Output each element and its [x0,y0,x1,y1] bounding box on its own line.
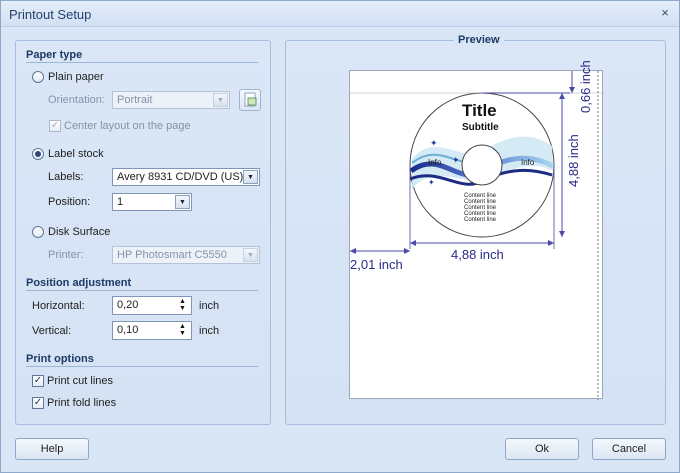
page-setup-button[interactable] [239,89,261,111]
vertical-label: Vertical: [32,325,72,337]
divider [26,290,258,291]
svg-text:✦: ✦ [428,178,435,187]
disk-surface-label: Disk Surface [48,226,111,238]
orientation-value: Portrait [117,94,153,106]
chevron-down-icon: ▼ [243,248,258,262]
window-title: Printout Setup [9,7,92,22]
disc-subtitle: Subtitle [462,122,499,133]
disc-title: Title [462,101,497,120]
orientation-select[interactable]: Portrait ▼ [112,91,230,109]
divider [26,366,258,367]
printout-setup-dialog: Printout Setup × Paper type Plain paper … [0,0,680,473]
svg-text:✦: ✦ [430,138,438,148]
vertical-unit: inch [199,325,220,337]
info-right: Info [521,158,535,167]
printer-value: HP Photosmart C5550 [117,249,227,261]
print-options-heading: Print options [26,353,94,365]
plain-paper-label: Plain paper [48,71,104,83]
orientation-label: Orientation: [48,94,105,106]
print-fold-lines-checkbox[interactable]: ✓ [32,397,44,409]
chevron-down-icon: ▼ [175,195,190,209]
spin-arrows-icon[interactable]: ▲ ▼ [179,323,187,337]
print-fold-lines-label: Print fold lines [47,397,117,409]
chevron-down-icon: ▼ [213,93,228,107]
svg-text:✦: ✦ [452,155,460,165]
labels-select[interactable]: Avery 8931 CD/DVD (US) ▼ [112,168,260,186]
info-left: Info [428,158,442,167]
position-label: Position: [48,196,91,208]
divider [26,62,258,63]
paper-preview: ✦ ✦ ✦ Title Subtitle Info Info Content l… [349,60,604,400]
print-cut-lines-checkbox[interactable]: ✓ [32,375,44,387]
position-select[interactable]: 1 ▼ [112,193,192,211]
label-stock-radio[interactable] [32,148,44,160]
dimension-left: 2,01 inch [350,257,403,272]
close-icon[interactable]: × [657,5,673,21]
dimension-width: 4,88 inch [451,247,504,262]
center-layout-label: Center layout on the page [64,120,191,132]
title-bar: Printout Setup × [1,1,679,27]
label-stock-label: Label stock [48,148,104,160]
spin-arrows-icon[interactable]: ▲ ▼ [179,298,187,312]
vertical-input[interactable]: 0,10 ▲ ▼ [112,321,192,340]
preview-title: Preview [454,34,504,46]
center-layout-checkbox[interactable]: ✓ [49,120,61,132]
disk-surface-radio[interactable] [32,226,44,238]
content-line: Content line [464,217,497,223]
ok-button[interactable]: Ok [505,438,579,460]
labels-label: Labels: [48,171,84,183]
dimension-height: 4,88 inch [566,134,581,187]
labels-value: Avery 8931 CD/DVD (US) [117,171,244,183]
plain-paper-radio[interactable] [32,71,44,83]
horizontal-input[interactable]: 0,20 ▲ ▼ [112,296,192,315]
cancel-button[interactable]: Cancel [592,438,666,460]
horizontal-value: 0,20 [117,299,139,311]
vertical-value: 0,10 [117,324,139,336]
chevron-down-icon: ▼ [243,170,258,184]
printer-select[interactable]: HP Photosmart C5550 ▼ [112,246,260,264]
print-cut-lines-label: Print cut lines [47,375,114,387]
horizontal-unit: inch [199,300,220,312]
paper-type-heading: Paper type [26,49,83,61]
page-setup-icon [244,92,257,107]
printer-label: Printer: [48,249,84,261]
dimension-top: 0,66 inch [578,60,593,113]
settings-panel: Paper type Plain paper Orientation: Port… [15,40,271,425]
horizontal-label: Horizontal: [32,300,85,312]
position-value: 1 [117,196,124,208]
help-button[interactable]: Help [15,438,89,460]
position-adjustment-heading: Position adjustment [26,277,132,289]
